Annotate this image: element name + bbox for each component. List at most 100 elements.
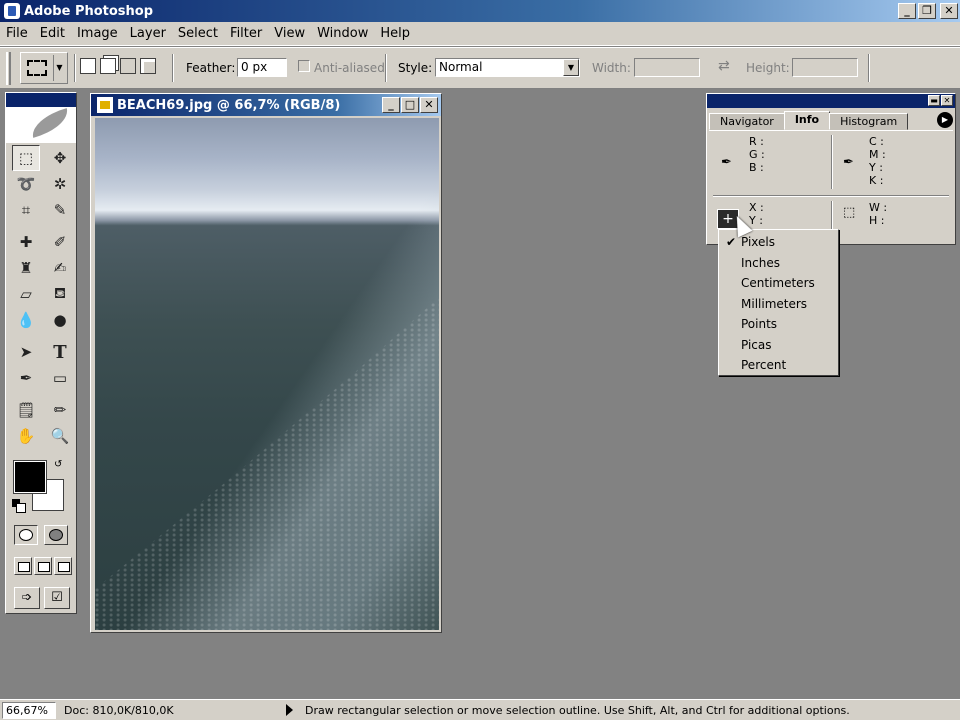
subtract-selection-icon[interactable] [120, 58, 136, 74]
separator [74, 54, 76, 82]
eyedropper-icon[interactable]: ✒ [843, 155, 854, 170]
menu-select[interactable]: Select [172, 26, 224, 41]
quick-mask-mode-button[interactable] [44, 525, 68, 545]
foreground-color-swatch[interactable] [13, 460, 47, 494]
color-swatches: ↺ [12, 459, 68, 515]
menu-layer[interactable]: Layer [124, 26, 172, 41]
panel-tabs: Navigator Info Histogram [709, 110, 909, 130]
unit-centimeters[interactable]: Centimeters [719, 273, 838, 294]
zoom-tool-icon[interactable]: 🔍 [46, 423, 74, 449]
unit-millimeters[interactable]: Millimeters [719, 294, 838, 315]
menu-window[interactable]: Window [311, 26, 374, 41]
eyedropper-icon[interactable]: ✒ [721, 155, 732, 170]
default-colors-icon[interactable] [12, 499, 26, 513]
hand-tool-icon[interactable]: ✋ [12, 423, 40, 449]
notes-tool-icon[interactable]: 🗒 [12, 397, 40, 423]
menu-view[interactable]: View [268, 26, 311, 41]
height-input[interactable] [792, 58, 858, 77]
checklist-icon[interactable]: ☑ [44, 587, 70, 609]
unit-points[interactable]: Points [719, 314, 838, 335]
full-screen-mode-icon[interactable] [54, 557, 72, 575]
adobe-feather-logo[interactable] [6, 107, 76, 143]
magic-wand-tool-icon[interactable]: ✲ [46, 171, 74, 197]
tab-histogram[interactable]: Histogram [829, 113, 909, 130]
restore-button[interactable]: ❐ [918, 3, 936, 19]
unit-percent[interactable]: Percent [719, 355, 838, 376]
separator [868, 54, 870, 82]
new-selection-icon[interactable] [80, 58, 96, 74]
menu-help[interactable]: Help [374, 26, 416, 41]
document-size[interactable]: Doc: 810,0K/810,0K [64, 704, 284, 717]
green-label: G : [749, 148, 765, 161]
height-info-label: H : [869, 214, 885, 227]
doc-close-button[interactable]: ✕ [420, 97, 438, 113]
document-titlebar[interactable]: BEACH69.jpg @ 66,7% (RGB/8) _ □ ✕ [91, 94, 441, 116]
document-window: BEACH69.jpg @ 66,7% (RGB/8) _ □ ✕ [90, 93, 442, 633]
panel-close-button[interactable]: ✕ [941, 95, 953, 106]
selection-size-icon[interactable]: ⬚ [843, 205, 855, 220]
style-select[interactable]: Normal ▼ [435, 58, 580, 77]
intersect-selection-icon[interactable] [140, 58, 156, 74]
panel-minimize-button[interactable]: ▬ [928, 95, 940, 106]
app-title: Adobe Photoshop [24, 3, 154, 19]
menu-filter[interactable]: Filter [224, 26, 268, 41]
unit-picas[interactable]: Picas [719, 335, 838, 356]
screen-modes [14, 557, 72, 575]
rectangle-tool-icon[interactable]: ▭ [46, 365, 74, 391]
history-brush-tool-icon[interactable]: ✍ [46, 255, 74, 281]
jump-to-imageready-icon[interactable]: ➩ [14, 587, 40, 609]
eraser-tool-icon[interactable]: ▱ [12, 281, 40, 307]
status-message: Draw rectangular selection or move selec… [305, 703, 850, 717]
move-tool-icon[interactable]: ✥ [46, 145, 74, 171]
magenta-label: M : [869, 148, 886, 161]
selection-mode-group [80, 58, 156, 74]
standard-mode-button[interactable] [14, 525, 38, 545]
panel-menu-button[interactable]: ▶ [937, 112, 953, 128]
standard-screen-mode-icon[interactable] [14, 557, 32, 575]
swap-colors-icon[interactable]: ↺ [54, 459, 62, 470]
lasso-tool-icon[interactable]: ➰ [12, 171, 40, 197]
tab-info[interactable]: Info [783, 111, 831, 130]
minimize-button[interactable]: _ [898, 3, 916, 19]
healing-brush-tool-icon[interactable]: ✚ [12, 229, 40, 255]
separator [713, 195, 949, 197]
dodge-tool-icon[interactable]: ● [46, 307, 74, 333]
doc-minimize-button[interactable]: _ [382, 97, 400, 113]
tool-preset-picker[interactable]: ▼ [20, 52, 68, 84]
antialias-checkbox[interactable] [298, 60, 310, 72]
menu-edit[interactable]: Edit [34, 26, 71, 41]
clone-stamp-tool-icon[interactable]: ♜ [12, 255, 40, 281]
rect-marquee-tool-icon[interactable]: ⬚ [12, 145, 40, 171]
zoom-level-field[interactable]: 66,67% [2, 701, 56, 719]
document-icon [97, 97, 113, 113]
rect-marquee-icon [27, 60, 47, 76]
tab-navigator[interactable]: Navigator [709, 113, 785, 130]
full-screen-menu-mode-icon[interactable] [34, 557, 52, 575]
pen-tool-icon[interactable]: ✒ [12, 365, 40, 391]
status-menu-arrow-icon[interactable] [286, 704, 293, 716]
close-button[interactable]: ✕ [940, 3, 958, 19]
options-bar-grip[interactable] [6, 52, 11, 85]
style-select-value: Normal [439, 60, 483, 74]
crop-tool-icon[interactable]: ⌗ [12, 197, 40, 223]
menu-image[interactable]: Image [71, 26, 124, 41]
eyedropper-tool-icon[interactable]: ✏ [46, 397, 74, 423]
brush-tool-icon[interactable]: ✐ [46, 229, 74, 255]
panel-titlebar[interactable]: ▬ ✕ [707, 94, 955, 108]
slice-tool-icon[interactable]: ✎ [46, 197, 74, 223]
blur-tool-icon[interactable]: 💧 [12, 307, 40, 333]
type-tool-icon[interactable]: T [46, 339, 74, 365]
image-canvas[interactable] [95, 118, 439, 630]
feather-input[interactable]: 0 px [237, 58, 287, 77]
toolbox-titlebar[interactable] [6, 93, 76, 107]
width-input[interactable] [634, 58, 700, 77]
doc-maximize-button[interactable]: □ [401, 97, 419, 113]
swap-dimensions-icon[interactable]: ⇄ [718, 58, 730, 74]
height-label: Height: [746, 61, 790, 75]
standard-mode-icon [19, 529, 33, 541]
paint-bucket-tool-icon[interactable]: ⛾ [46, 281, 74, 307]
path-selection-tool-icon[interactable]: ➤ [12, 339, 40, 365]
menu-file[interactable]: File [0, 26, 34, 41]
add-selection-icon[interactable] [100, 58, 116, 74]
unit-inches[interactable]: Inches [719, 253, 838, 274]
